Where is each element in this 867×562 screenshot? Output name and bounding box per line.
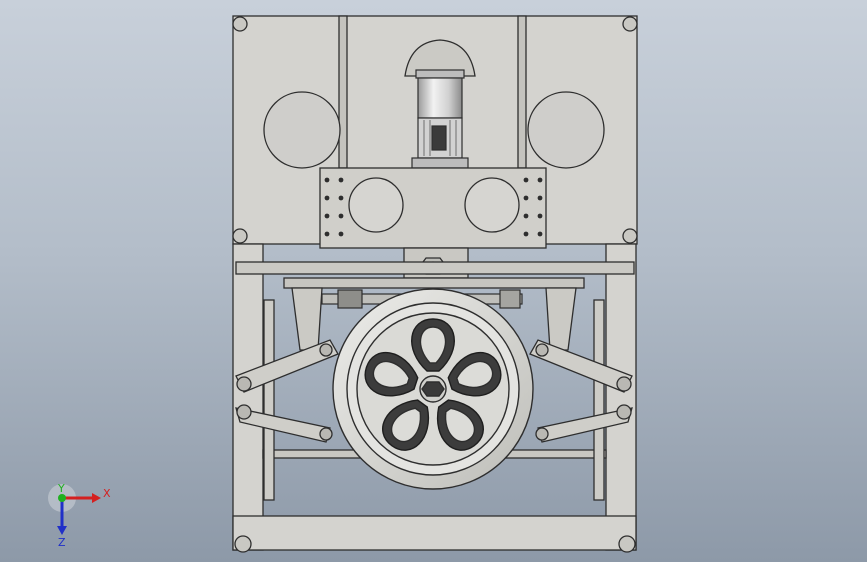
corner-fastener [622,16,638,32]
plate-bolt-hole [537,195,543,201]
plate-bolt-hole [338,231,344,237]
pivot [535,343,549,357]
plate-bolt-hole [523,231,529,237]
housing-divider-right [517,15,527,169]
cad-viewport[interactable]: X Y Z [0,0,867,562]
crossbar-upper [235,261,635,275]
plate-opening-right [464,177,520,233]
motor-label [431,125,447,151]
corner-fastener [232,16,248,32]
guide-post-right [593,299,605,501]
plate-bolt-hole [324,177,330,183]
shaft-collar [499,289,521,309]
foot [618,535,636,553]
plate-bolt-hole [523,177,529,183]
plate-bolt-hole [338,213,344,219]
pivot [319,343,333,357]
motor-body [417,77,463,119]
frame-bottom-bar [232,515,637,551]
pivot [616,376,632,392]
drive-wheel [332,288,534,490]
motor [411,69,469,169]
foot [234,535,252,553]
motor-flange [411,157,469,169]
housing-opening-right [527,91,605,169]
corner-fastener [232,228,248,244]
plate-bolt-hole [523,195,529,201]
crossbar-lower [283,277,585,289]
housing-opening-left [263,91,341,169]
x-axis-arrow [92,493,101,503]
frame-rail-left [232,243,264,551]
plate-opening-left [348,177,404,233]
motor-cap [415,69,465,79]
pivot [616,404,632,420]
guide-post-left [263,299,275,501]
plate-bolt-hole [537,213,543,219]
plate-bolt-hole [537,177,543,183]
pivot [236,376,252,392]
z-axis-label: Z [58,536,66,549]
coordinate-triad: X Y Z [48,482,111,549]
pivot [236,404,252,420]
plate-bolt-hole [338,195,344,201]
x-axis-label: X [103,487,111,500]
plate-bolt-hole [523,213,529,219]
corner-fastener [622,228,638,244]
hub-nut [421,381,445,397]
pivot [319,427,333,441]
plate-bolt-hole [324,195,330,201]
y-axis-label: Y [57,482,65,495]
pivot [535,427,549,441]
plate-bolt-hole [324,231,330,237]
plate-bolt-hole [324,213,330,219]
z-axis-arrow [57,526,67,535]
plate-bolt-hole [537,231,543,237]
y-axis-dot [58,494,66,502]
shaft-collar [337,289,363,309]
bracket-left [291,287,323,351]
frame-rail-right [605,243,637,551]
plate-bolt-hole [338,177,344,183]
housing-divider-left [338,15,348,169]
bracket-right [545,287,577,351]
